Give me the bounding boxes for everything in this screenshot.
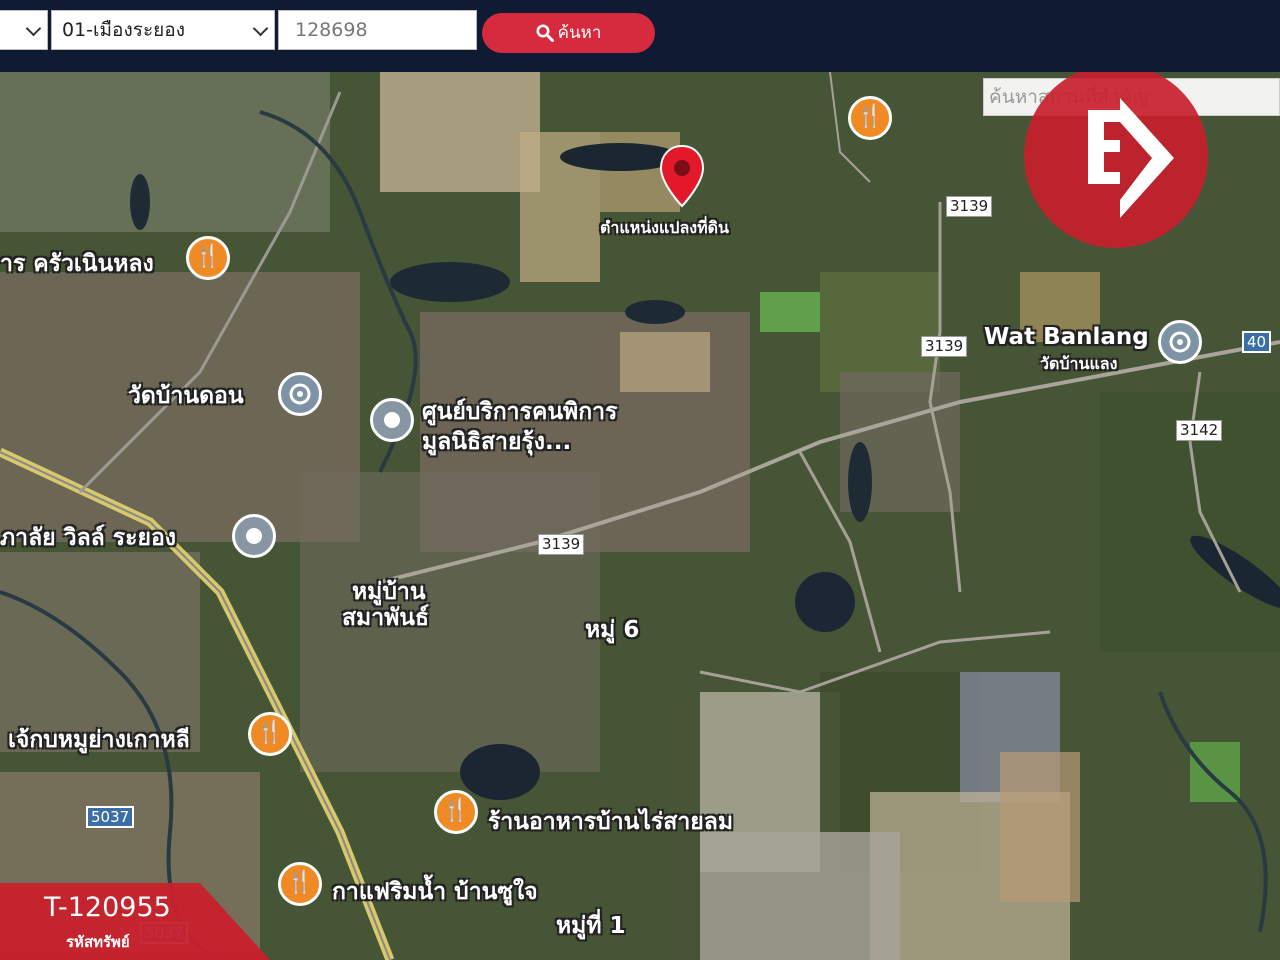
poi-label-restaurant-kruawnoenlong: าร ครัวเนินหลง — [0, 251, 154, 277]
top-search-bar: 01-เมืองระยอง 128698 ค้นหา — [0, 0, 1280, 72]
poi-label-wat-banlang-en: Wat Banlang — [984, 324, 1149, 350]
temple-icon — [289, 383, 311, 405]
search-button-label: ค้นหา — [557, 23, 602, 43]
poi-label-korean-bbq: เจ้กบหมูย่างเกาหลี — [8, 727, 190, 753]
road-shield: 3139 — [538, 534, 585, 555]
poi-label-disability-center-2: มูลนิธิสายรุ้ง... — [422, 429, 572, 455]
poi-label-moo1: หมู่ที่ 1 — [556, 913, 626, 939]
restaurant-poi-icon[interactable]: 🍴 — [248, 712, 292, 756]
brand-logo — [1024, 72, 1208, 248]
asset-code: T-120955 — [44, 892, 171, 923]
temple-poi-icon[interactable] — [1158, 320, 1202, 364]
poi-label-wat-banlang-th: วัดบ้านแลง — [1040, 354, 1118, 373]
poi-label-moo6: หมู่ 6 — [585, 617, 640, 643]
asset-code-label: รหัสทรัพย์ — [66, 933, 130, 951]
poi-label-wat-ban-don: วัดบ้านดอน — [128, 383, 244, 409]
search-icon — [536, 24, 554, 42]
parcel-location-label: ตำแหน่งแปลงที่ดิน — [600, 218, 729, 237]
restaurant-poi-icon[interactable]: 🍴 — [434, 790, 478, 834]
satellite-map[interactable]: ค้นหาสถานที่สำคัญ ตำแหน่งแปลงที่ดิน 🍴 🍴 … — [0, 72, 1280, 960]
road-shield: 3139 — [946, 196, 993, 217]
restaurant-poi-icon[interactable]: 🍴 — [186, 236, 230, 280]
poi-label-college-wills: ภาลัย วิลล์ ระยอง — [0, 525, 176, 551]
chevron-down-icon — [25, 20, 42, 37]
district-select-value: 01-เมืองระยอง — [62, 19, 185, 41]
poi-label-village-samaphan-2: สมาพันธ์ — [342, 605, 430, 631]
search-button[interactable]: ค้นหา — [482, 13, 655, 53]
road-shield: 3142 — [1176, 420, 1223, 441]
place-poi-icon[interactable] — [232, 514, 276, 558]
code-input[interactable]: 128698 — [278, 10, 477, 50]
code-input-value: 128698 — [295, 19, 368, 41]
temple-poi-icon[interactable] — [278, 372, 322, 416]
place-poi-icon[interactable] — [370, 398, 414, 442]
road-shield-national: 40 — [1242, 331, 1272, 353]
road-shield: 3139 — [921, 336, 968, 357]
poi-label-ban-rai-restaurant: ร้านอาหารบ้านไร่สายลม — [488, 809, 733, 835]
place-icon — [246, 528, 262, 544]
brand-logo-icon — [1088, 98, 1174, 218]
chevron-down-icon — [252, 20, 269, 37]
temple-icon — [1169, 331, 1191, 353]
province-select[interactable] — [0, 10, 48, 50]
district-select[interactable]: 01-เมืองระยอง — [51, 10, 275, 50]
place-icon — [384, 412, 400, 428]
parcel-location-pin-icon[interactable] — [658, 144, 706, 210]
restaurant-poi-icon[interactable]: 🍴 — [848, 96, 892, 140]
restaurant-poi-icon[interactable]: 🍴 — [278, 862, 322, 906]
road-shield-national: 5037 — [86, 806, 135, 828]
poi-label-cafe: กาแฟริมน้ำ บ้านซูใจ — [332, 879, 538, 905]
